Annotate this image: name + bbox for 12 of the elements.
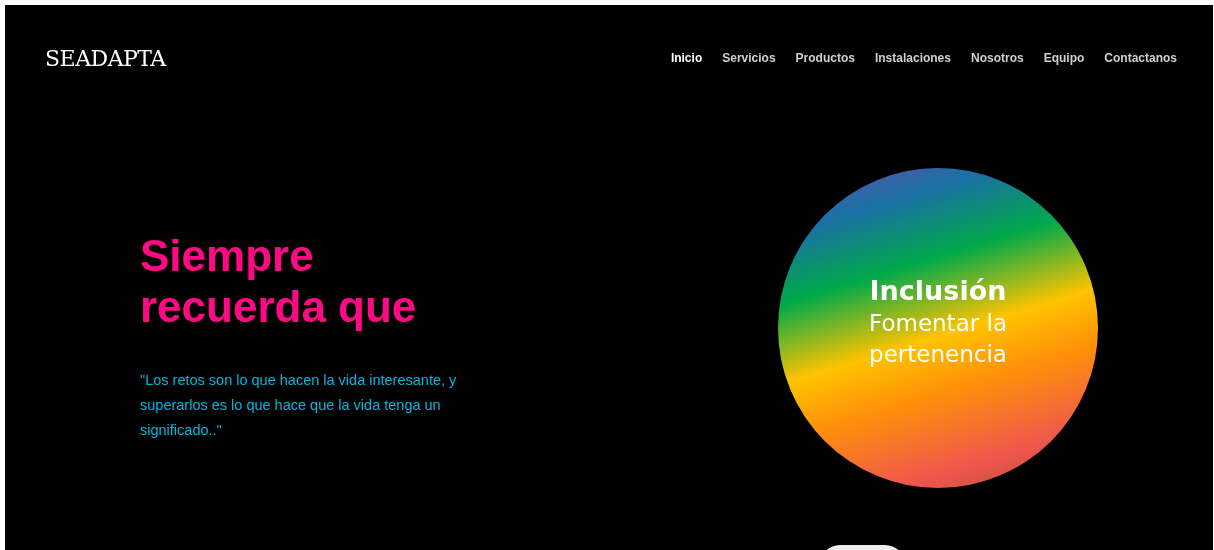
nav-link[interactable]: Productos xyxy=(795,51,855,65)
nav-link[interactable]: Contactanos xyxy=(1104,51,1177,65)
circle-subtitle: Fomentar la pertenencia xyxy=(868,309,1008,369)
nav-link[interactable]: Servicios xyxy=(722,51,776,65)
nav-link[interactable]: Equipo xyxy=(1043,51,1085,65)
nav-link[interactable]: Nosotros xyxy=(970,51,1024,65)
logo[interactable]: SEADAPTA xyxy=(45,45,166,71)
nav-link[interactable]: Inicio xyxy=(670,51,703,65)
nav-link[interactable]: Instalaciones xyxy=(874,51,951,65)
quote: "Los retos son lo que hacen la vida interesante, y superarlos es lo que hace que la vida tenga un significado.." xyxy=(140,371,458,440)
circle-title: Inclusión xyxy=(869,274,1007,308)
headline: Siempre recuerda que xyxy=(140,230,418,332)
